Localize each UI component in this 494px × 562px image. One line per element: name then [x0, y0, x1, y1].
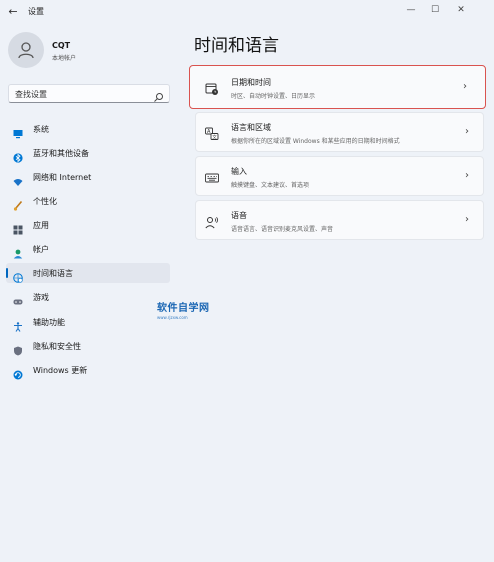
watermark: 软件自学网 www.rjzxw.com: [157, 299, 210, 320]
bluetooth-icon: [13, 148, 23, 163]
wifi-icon: [13, 172, 23, 186]
gamepad-icon: [13, 292, 23, 305]
selection-indicator: [6, 268, 8, 278]
sidebar-item-label: 应用: [33, 221, 49, 230]
close-button[interactable]: ✕: [450, 2, 472, 18]
card-subtitle: 时区、自动时钟设置、日历显示: [231, 93, 316, 100]
account-type: 本地帐户: [52, 55, 77, 62]
watermark-text: 软件自学网: [157, 303, 210, 314]
sidebar-item-3[interactable]: 网络和 Internet: [6, 167, 170, 187]
sidebar-item-label: 辅助功能: [33, 318, 65, 327]
accessibility-icon: [13, 317, 23, 332]
sidebar-item-6[interactable]: 帐户: [6, 239, 170, 259]
card-title: 日期和时间: [231, 78, 271, 87]
search-input[interactable]: 查找设置: [8, 84, 170, 103]
sidebar-item-8[interactable]: 游戏: [6, 287, 170, 307]
chevron-right-icon: ›: [465, 126, 469, 137]
speech-icon: [205, 214, 219, 229]
chevron-right-icon: ›: [465, 214, 469, 225]
language-icon: A文: [205, 126, 219, 140]
sidebar-item-label: 个性化: [33, 197, 57, 206]
title-bar: ← 设置 — ☐ ✕: [0, 0, 494, 24]
settings-card-2[interactable]: A 文 语言和区域根据你所在的区域设置 Windows 和某些应用的日期和时间格式 ›: [195, 112, 484, 152]
account-icon: [13, 244, 23, 259]
card-subtitle: 根据你所在的区域设置 Windows 和某些应用的日期和时间格式: [231, 138, 400, 145]
sidebar-item-label: 系统: [33, 125, 49, 134]
sidebar-item-label: 蓝牙和其他设备: [33, 149, 89, 158]
calendar-clock-icon: [205, 81, 219, 95]
card-subtitle: 触摸键盘、文本建议、首选项: [231, 182, 310, 189]
sidebar-item-label: 游戏: [33, 293, 49, 302]
system-icon: [13, 124, 23, 139]
page-title: 时间和语言: [194, 36, 279, 56]
chevron-right-icon: ›: [463, 81, 467, 92]
card-title: 语音: [231, 211, 247, 220]
avatar[interactable]: [8, 32, 44, 68]
sidebar-item-label: Windows 更新: [33, 366, 88, 375]
maximize-button[interactable]: ☐: [424, 2, 446, 18]
svg-text:文: 文: [212, 133, 217, 140]
sidebar-item-10[interactable]: 隐私和安全性: [6, 336, 170, 356]
window-title: 设置: [28, 7, 44, 16]
sidebar-item-11[interactable]: Windows 更新: [6, 360, 170, 380]
keyboard-icon: [205, 170, 219, 184]
minimize-button[interactable]: —: [400, 2, 422, 18]
watermark-url: www.rjzxw.com: [157, 315, 188, 320]
settings-card-3[interactable]: 输入触摸键盘、文本建议、首选项 ›: [195, 156, 484, 196]
sidebar-item-label: 隐私和安全性: [33, 342, 81, 351]
user-icon: [18, 42, 34, 59]
brush-icon: [13, 196, 23, 211]
update-icon: [13, 365, 23, 380]
globe-clock-icon: [13, 268, 23, 283]
sidebar: CQT 本地帐户 查找设置 系统蓝牙和其他设备 网络和 Internet 个性化应用…: [0, 24, 178, 562]
card-subtitle: 语音语言、语音识别麦克风设置、声音: [231, 226, 334, 233]
sidebar-item-label: 时间和语言: [33, 269, 73, 278]
sidebar-item-label: 帐户: [33, 245, 49, 254]
svg-text:A: A: [207, 129, 211, 135]
card-title: 语言和区域: [231, 123, 271, 132]
sidebar-item-5[interactable]: 应用: [6, 215, 170, 235]
search-icon[interactable]: [153, 88, 164, 102]
back-arrow-icon[interactable]: ←: [6, 5, 20, 19]
sidebar-item-2[interactable]: 蓝牙和其他设备: [6, 143, 170, 163]
user-name: CQT: [52, 41, 71, 50]
sidebar-item-9[interactable]: 辅助功能: [6, 312, 170, 332]
shield-icon: [13, 341, 23, 356]
sidebar-item-1[interactable]: 系统: [6, 119, 170, 139]
card-title: 输入: [231, 167, 247, 176]
search-placeholder: 查找设置: [15, 90, 47, 99]
apps-icon: [13, 220, 23, 235]
sidebar-item-label: 网络和 Internet: [33, 173, 92, 182]
settings-card-4[interactable]: 语音语音语言、语音识别麦克风设置、声音 ›: [195, 200, 484, 240]
sidebar-item-7[interactable]: 时间和语言: [6, 263, 170, 283]
settings-card-1[interactable]: 日期和时间时区、自动时钟设置、日历显示 ›: [189, 65, 486, 109]
sidebar-item-4[interactable]: 个性化: [6, 191, 170, 211]
chevron-right-icon: ›: [465, 170, 469, 181]
